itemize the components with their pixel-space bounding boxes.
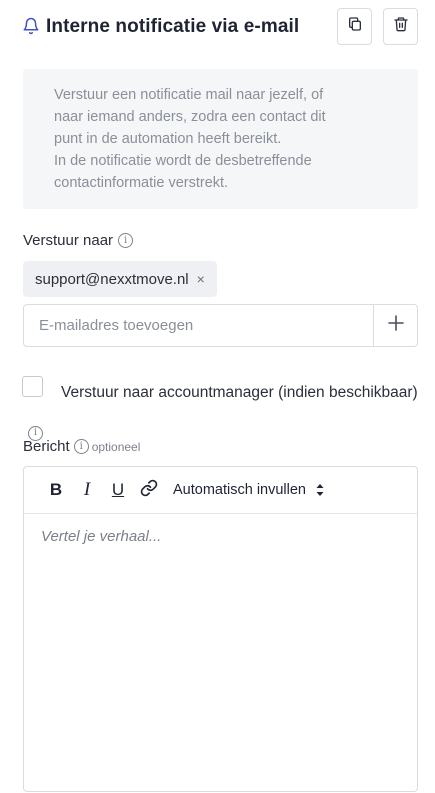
autofill-label: Automatisch invullen — [173, 482, 306, 498]
info-box: Verstuur een notificatie mail naar jezel… — [23, 69, 418, 209]
plus-icon — [387, 315, 404, 336]
recipients-label: Verstuur naar — [23, 232, 114, 249]
autofill-select[interactable]: Automatisch invullen — [173, 482, 325, 498]
message-label: Bericht — [23, 438, 70, 455]
account-manager-label-line2: beschikbaar) — [328, 384, 418, 401]
info-icon[interactable]: i — [73, 439, 89, 454]
delete-button[interactable] — [383, 8, 418, 45]
account-manager-label-line1: Verstuur naar accountmanager (indien — [61, 384, 325, 401]
info-text-line: naar iemand anders, zodra een contact di… — [54, 109, 326, 125]
page-title: Interne notificatie via e-mail — [46, 16, 300, 37]
italic-button[interactable]: I — [72, 475, 102, 505]
email-add-row — [23, 304, 418, 347]
email-input[interactable] — [24, 305, 373, 346]
bell-icon — [22, 17, 40, 35]
editor-toolbar: B I U Automatisch invullen — [24, 467, 417, 514]
bold-button[interactable]: B — [41, 475, 71, 505]
recipient-email: support@nexxtmove.nl — [35, 270, 189, 288]
copy-icon — [347, 16, 363, 37]
remove-chip-icon[interactable]: × — [197, 271, 205, 287]
info-text-line: Verstuur een notificatie mail naar jezel… — [54, 87, 324, 103]
link-button[interactable] — [134, 475, 164, 505]
recipients-label-row: Verstuur naar i — [23, 232, 134, 249]
underline-button[interactable]: U — [103, 475, 133, 505]
info-text-line: In de notificatie wordt de desbetreffend… — [54, 153, 312, 169]
info-text-line: contactinformatie verstrekt. — [54, 175, 229, 191]
panel-header: Interne notificatie via e-mail — [22, 8, 418, 46]
add-email-button[interactable] — [373, 305, 417, 346]
sort-arrows-icon — [315, 483, 325, 497]
message-label-row: Bericht i optioneel — [23, 438, 140, 455]
info-icon[interactable]: i — [118, 233, 134, 248]
duplicate-button[interactable] — [337, 8, 372, 45]
info-text-line: punt in de automation heeft bereikt. — [54, 131, 282, 147]
message-textarea[interactable]: Vertel je verhaal... — [24, 514, 417, 792]
trash-icon — [393, 16, 409, 37]
header-actions — [337, 8, 418, 45]
optional-badge: optioneel — [91, 439, 141, 454]
link-icon — [140, 479, 158, 502]
message-editor: B I U Automatisch invullen Vertel je ver… — [23, 466, 418, 792]
recipient-chip: support@nexxtmove.nl × — [23, 261, 217, 297]
